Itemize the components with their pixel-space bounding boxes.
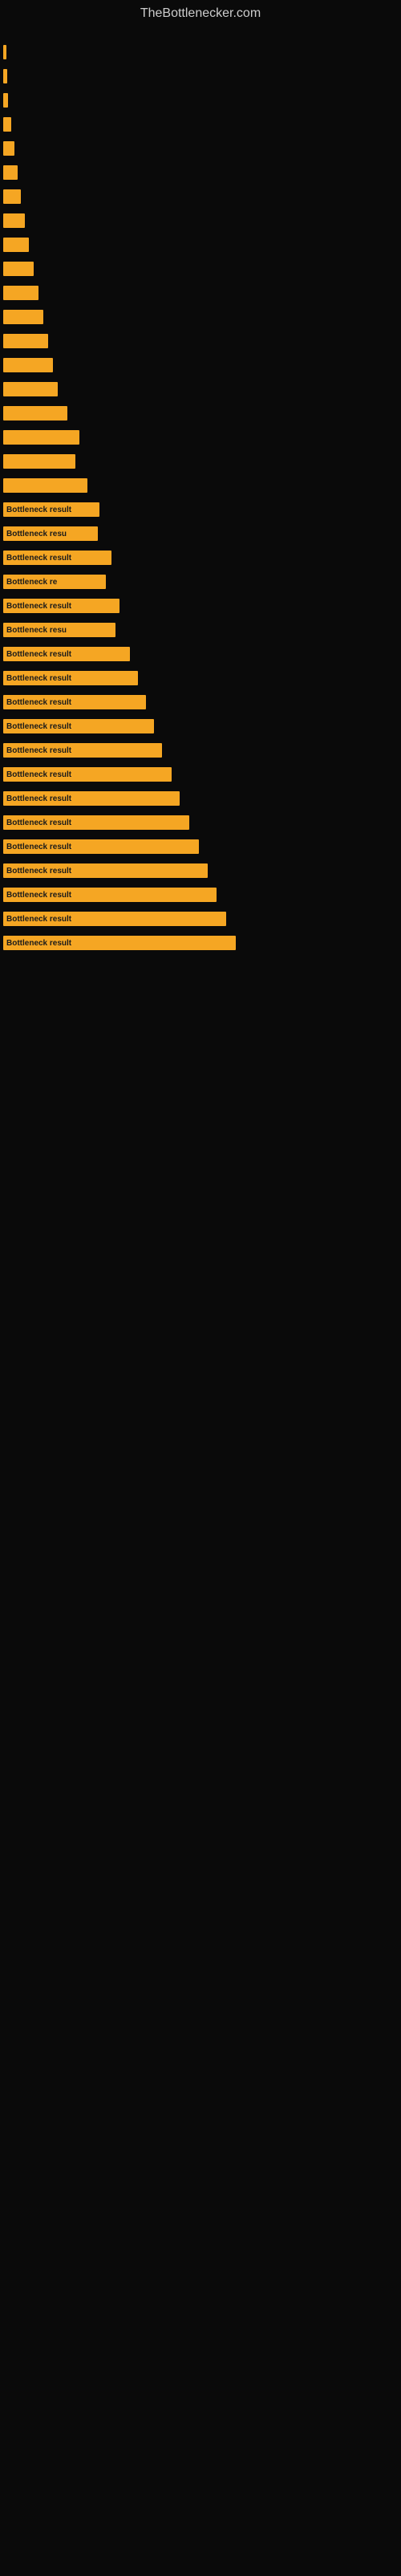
list-item (0, 329, 401, 353)
bar-label: Bottleneck result (6, 891, 71, 900)
bar-label: Bottleneck result (6, 770, 71, 779)
list-item (0, 473, 401, 498)
bar-label: Bottleneck result (6, 867, 71, 876)
list-item: Bottleneck result (0, 859, 401, 883)
list-item: Bottleneck result (0, 931, 401, 955)
bar-label: Bottleneck result (6, 554, 71, 563)
list-item: Bottleneck result (0, 690, 401, 714)
list-item (0, 233, 401, 257)
list-item: Bottleneck result (0, 642, 401, 666)
bar-label: Bottleneck result (6, 794, 71, 803)
list-item: Bottleneck resu (0, 522, 401, 546)
bar-label: Bottleneck result (6, 722, 71, 731)
list-item: Bottleneck resu (0, 618, 401, 642)
site-title: TheBottlenecker.com (0, 0, 401, 24)
bar-label: Bottleneck resu (6, 626, 67, 635)
list-item (0, 185, 401, 209)
list-item (0, 136, 401, 160)
list-item: Bottleneck result (0, 594, 401, 618)
list-item (0, 88, 401, 112)
list-item: Bottleneck re (0, 570, 401, 594)
list-item: Bottleneck result (0, 738, 401, 762)
list-item (0, 305, 401, 329)
bar-label: Bottleneck result (6, 602, 71, 611)
list-item (0, 425, 401, 449)
list-item (0, 64, 401, 88)
bar-label: Bottleneck result (6, 746, 71, 755)
bar-label: Bottleneck result (6, 506, 71, 514)
list-item: Bottleneck result (0, 498, 401, 522)
list-item (0, 281, 401, 305)
list-item: Bottleneck result (0, 546, 401, 570)
bar-label: Bottleneck result (6, 819, 71, 827)
list-item: Bottleneck result (0, 907, 401, 931)
bar-label: Bottleneck re (6, 578, 57, 587)
bar-label: Bottleneck result (6, 698, 71, 707)
list-item: Bottleneck result (0, 883, 401, 907)
list-item: Bottleneck result (0, 835, 401, 859)
list-item (0, 257, 401, 281)
list-item: Bottleneck result (0, 714, 401, 738)
list-item (0, 209, 401, 233)
bar-label: Bottleneck result (6, 650, 71, 659)
list-item: Bottleneck result (0, 786, 401, 811)
list-item (0, 449, 401, 473)
list-item (0, 40, 401, 64)
list-item: Bottleneck result (0, 811, 401, 835)
bar-label: Bottleneck result (6, 915, 71, 924)
bar-label: Bottleneck result (6, 939, 71, 948)
list-item: Bottleneck result (0, 666, 401, 690)
list-item (0, 401, 401, 425)
bar-label: Bottleneck result (6, 674, 71, 683)
list-item (0, 377, 401, 401)
list-item (0, 112, 401, 136)
bar-label: Bottleneck resu (6, 530, 67, 538)
list-item: Bottleneck result (0, 762, 401, 786)
chart-area: Bottleneck result Bottleneck resu Bottlene… (0, 24, 401, 2576)
list-item (0, 353, 401, 377)
bar-label: Bottleneck result (6, 843, 71, 851)
list-item (0, 160, 401, 185)
